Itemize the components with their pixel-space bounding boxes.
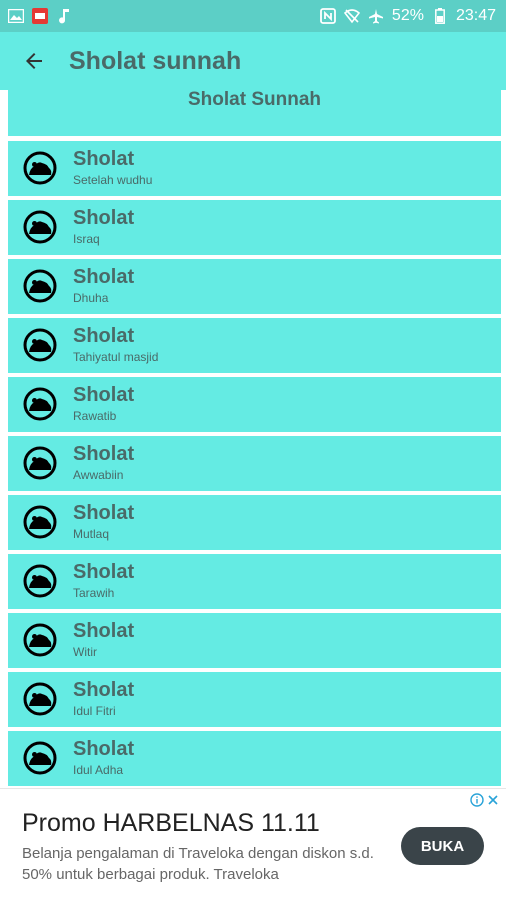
wifi-off-icon (343, 8, 360, 24)
status-bar-left (8, 8, 72, 24)
content-area: Sholat Sunnah Sholat Setelah wudhu Sholat I… (0, 90, 506, 788)
item-title: Sholat (73, 679, 135, 701)
item-text: Sholat Witir (73, 620, 134, 660)
item-subtitle: Idul Adha (73, 763, 124, 777)
status-bar: 52% 23:47 (0, 0, 506, 32)
list-item[interactable]: Sholat Tarawih (8, 554, 501, 609)
list-item[interactable]: Sholat Awwabiin (8, 436, 501, 491)
list-item[interactable]: Sholat Israq (8, 200, 501, 255)
airplane-mode-icon (368, 8, 384, 24)
nfc-icon (320, 8, 336, 24)
item-subtitle: Setelah wudhu (73, 173, 153, 187)
battery-percentage: 52% (391, 7, 424, 24)
ad-choices[interactable] (470, 793, 500, 807)
arrow-left-icon (26, 53, 42, 69)
list-item[interactable]: Sholat Mutlaq (8, 495, 501, 550)
item-subtitle: Tahiyatul masjid (73, 350, 159, 364)
item-text: Sholat Idul Fitri (73, 679, 134, 719)
ad-description[interactable]: Belanja pengalaman di Traveloka dengan d… (22, 843, 382, 885)
list-item[interactable]: Sholat Setelah wudhu (8, 141, 501, 196)
list-item[interactable]: Sholat Idul Adha (8, 731, 501, 786)
prayer-icon (23, 682, 57, 716)
item-subtitle: Mutlaq (73, 527, 110, 541)
item-subtitle: Rawatib (73, 409, 117, 423)
item-title: Sholat (73, 325, 135, 347)
prayer-icon (23, 387, 57, 421)
item-title: Sholat (73, 266, 135, 288)
item-subtitle: Dhuha (73, 291, 109, 305)
section-header-title: Sholat Sunnah (188, 90, 321, 110)
item-text: Sholat Israq (73, 207, 134, 247)
item-subtitle: Witir (73, 645, 97, 659)
item-title: Sholat (73, 738, 135, 760)
list-item[interactable]: Sholat Tahiyatul masjid (8, 318, 501, 373)
ad-banner[interactable]: Promo HARBELNAS 11.11 Belanja pengalaman… (0, 788, 506, 900)
prayer-icon (23, 741, 57, 775)
list-item[interactable]: Sholat Idul Fitri (8, 672, 501, 727)
item-title: Sholat (73, 443, 135, 465)
music-note-icon (56, 8, 72, 24)
list-item[interactable]: Sholat Witir (8, 613, 501, 668)
back-button[interactable] (20, 47, 48, 75)
item-subtitle: Idul Fitri (73, 704, 116, 718)
prayer-icon (23, 564, 57, 598)
list-item[interactable]: Sholat Rawatib (8, 377, 501, 432)
item-text: Sholat Dhuha (73, 266, 134, 306)
app-notification-icon (32, 8, 48, 24)
item-title: Sholat (73, 148, 135, 170)
ad-open-button[interactable]: BUKA (401, 827, 484, 865)
item-title: Sholat (73, 502, 135, 524)
item-text: Sholat Tarawih (73, 561, 134, 601)
ad-info-icon[interactable] (470, 793, 484, 807)
item-title: Sholat (73, 384, 135, 406)
item-text: Sholat Rawatib (73, 384, 134, 424)
item-subtitle: Tarawih (73, 586, 115, 600)
item-text: Sholat Idul Adha (73, 738, 134, 778)
ad-title[interactable]: Promo HARBELNAS 11.11 (22, 809, 320, 838)
item-title: Sholat (73, 207, 135, 229)
sholat-list: Sholat Setelah wudhu Sholat Israq Sholat Dhuh… (8, 141, 501, 788)
item-subtitle: Israq (73, 232, 100, 246)
ad-close-icon[interactable] (486, 793, 500, 807)
prayer-icon (23, 151, 57, 185)
item-text: Sholat Tahiyatul masjid (73, 325, 158, 365)
item-text: Sholat Awwabiin (73, 443, 134, 483)
battery-icon (432, 8, 448, 24)
prayer-icon (23, 269, 57, 303)
prayer-icon (23, 328, 57, 362)
prayer-icon (23, 446, 57, 480)
page-title: Sholat sunnah (69, 46, 242, 75)
status-bar-right: 52% 23:47 (320, 7, 496, 25)
prayer-icon (23, 210, 57, 244)
item-text: Sholat Setelah wudhu (73, 148, 152, 188)
prayer-icon (23, 623, 57, 657)
item-title: Sholat (73, 620, 135, 642)
prayer-icon (23, 505, 57, 539)
item-text: Sholat Mutlaq (73, 502, 134, 542)
clock: 23:47 (455, 7, 496, 24)
item-title: Sholat (73, 561, 135, 583)
item-subtitle: Awwabiin (73, 468, 124, 482)
app-bar: Sholat sunnah (0, 32, 506, 90)
image-notification-icon (8, 8, 24, 24)
list-item[interactable]: Sholat Dhuha (8, 259, 501, 314)
section-header-card: Sholat Sunnah (8, 90, 501, 136)
